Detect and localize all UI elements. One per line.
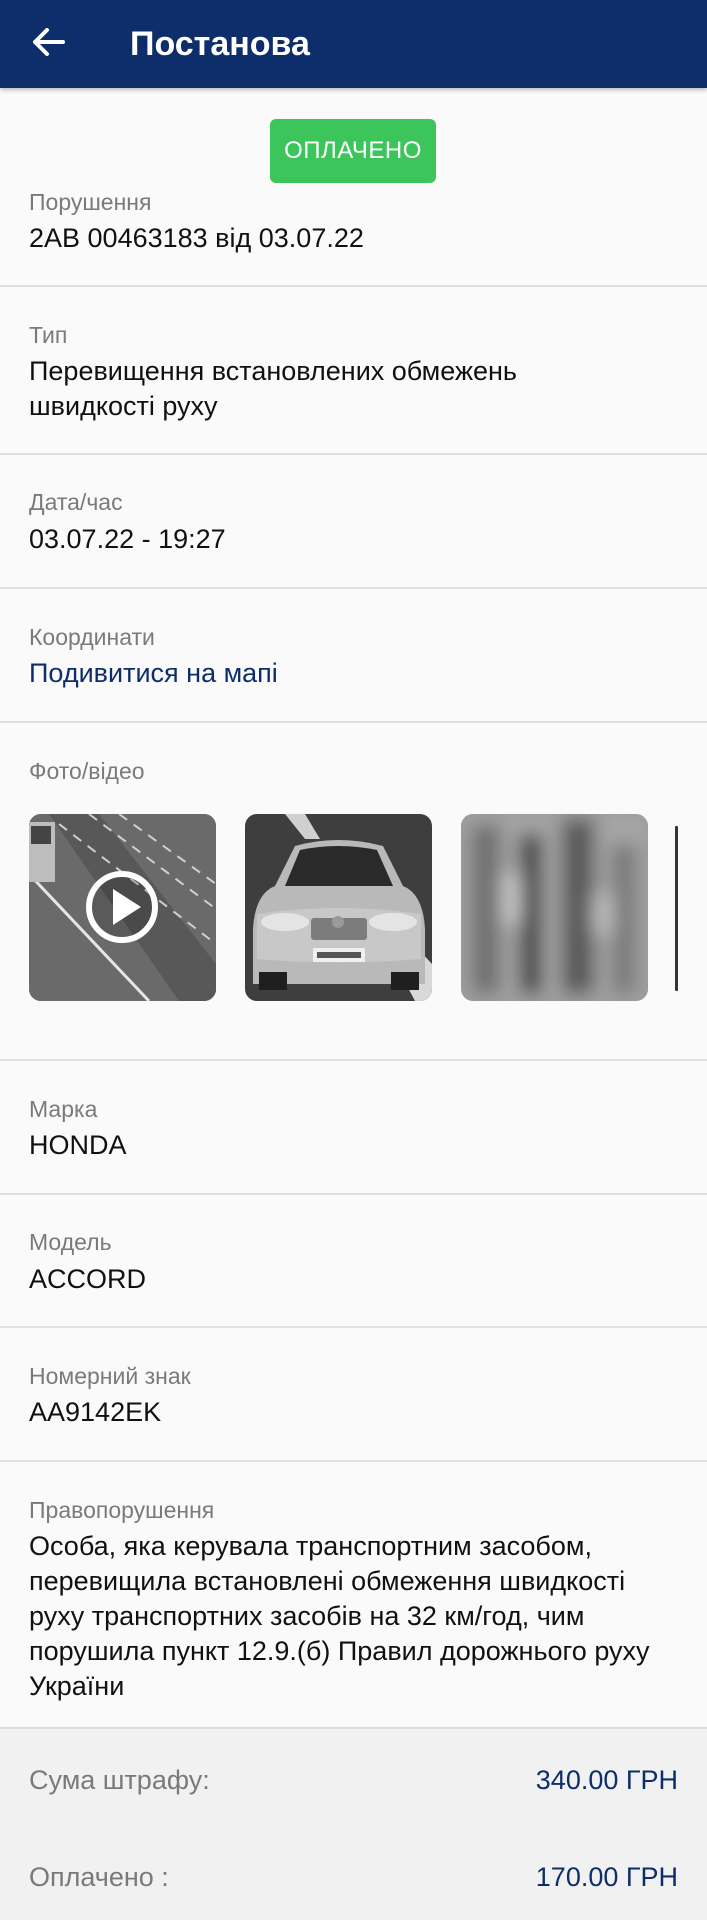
plate-label: Номерний знак: [29, 1363, 191, 1389]
carousel-next-peek: [675, 826, 678, 991]
model-value: ACCORD: [29, 1264, 147, 1294]
type-label: Тип: [29, 322, 68, 348]
datetime-value: 03.07.22 - 19:27: [29, 524, 226, 554]
video-thumbnail[interactable]: [29, 814, 216, 1001]
arrow-left-icon: [33, 27, 65, 61]
page-title: Постанова: [130, 24, 310, 63]
app-bar: Постанова: [0, 0, 707, 88]
offense-section: Правопорушення Особа, яка керувала транс…: [0, 1462, 707, 1727]
type-value: Перевищення встановлених обмежень швидко…: [29, 356, 518, 421]
media-label: Фото/відео: [29, 758, 145, 784]
fine-label: Сума штрафу:: [29, 1765, 210, 1795]
back-button[interactable]: [24, 19, 74, 69]
violation-label: Порушення: [29, 189, 152, 215]
model-label: Модель: [29, 1229, 112, 1255]
coordinates-label: Координати: [29, 624, 155, 650]
datetime-label: Дата/час: [29, 489, 123, 515]
brand-section: Марка HONDA: [0, 1061, 707, 1195]
plate-section: Номерний знак AA9142EK: [0, 1328, 707, 1462]
fine-value: 340.00 ГРН: [535, 1765, 678, 1795]
brand-value: HONDA: [29, 1130, 127, 1160]
car-photo[interactable]: [245, 814, 432, 1001]
type-section: Тип Перевищення встановлених обмежень шв…: [0, 287, 707, 455]
datetime-section: Дата/час 03.07.22 - 19:27: [0, 455, 707, 589]
brand-label: Марка: [29, 1096, 98, 1122]
model-section: Модель ACCORD: [0, 1195, 707, 1328]
paid-label: Оплачено :: [29, 1862, 169, 1892]
offense-value: Особа, яка керувала транспортним засобом…: [29, 1531, 650, 1701]
view-on-map-link[interactable]: Подивитися на мапі: [29, 656, 278, 691]
offense-label: Правопорушення: [29, 1497, 215, 1523]
paid-value: 170.00 ГРН: [535, 1862, 678, 1892]
plate-closeup-photo[interactable]: [461, 814, 648, 1001]
coordinates-section: Координати Подивитися на мапі: [0, 589, 707, 723]
plate-value: AA9142EK: [29, 1397, 162, 1427]
payment-summary: Сума штрафу: 340.00 ГРН Оплачено : 170.0…: [0, 1727, 707, 1920]
violation-value: 2АВ 00463183 від 03.07.22: [29, 223, 364, 253]
violation-section: Порушення 2АВ 00463183 від 03.07.22: [0, 88, 707, 287]
